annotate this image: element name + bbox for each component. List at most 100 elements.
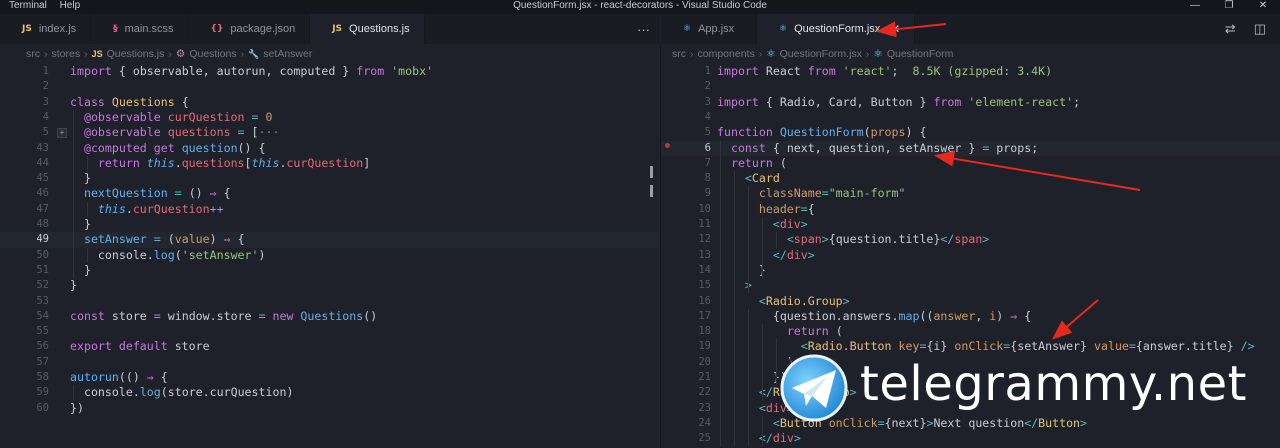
code-line[interactable]: 50 console.log('setAnswer') bbox=[0, 248, 660, 263]
code-line[interactable]: 56 export default store bbox=[0, 339, 660, 354]
breadcrumb-item[interactable]: Questions bbox=[189, 48, 236, 60]
code-line[interactable]: 49 setAnswer = (value) ⇒ { bbox=[0, 232, 660, 248]
code-line[interactable]: 60}) bbox=[0, 401, 660, 416]
breadcrumb: src › stores › JS Questions.js › ⚙ Questions › 🔧 se… bbox=[26, 44, 316, 64]
breadcrumb-item[interactable]: components bbox=[698, 48, 755, 60]
method-icon[interactable]: 🔧 bbox=[248, 49, 259, 60]
code-token: value bbox=[174, 232, 210, 247]
breadcrumb-item[interactable]: Questions.js bbox=[107, 48, 165, 60]
line-number: 60 bbox=[36, 401, 49, 414]
react-icon[interactable]: ⚛ bbox=[766, 48, 775, 60]
code-line[interactable]: 59 console.log(store.curQuestion) bbox=[0, 385, 660, 400]
code-line[interactable]: 4 bbox=[661, 110, 1280, 125]
tab-label: index.js bbox=[38, 23, 77, 35]
more-actions-icon[interactable]: ··· bbox=[637, 22, 650, 37]
code-line[interactable]: 7 return ( bbox=[661, 156, 1280, 171]
breadcrumb-item[interactable]: src bbox=[672, 48, 686, 60]
code-line[interactable]: 53 bbox=[0, 294, 660, 309]
code-token: > bbox=[821, 232, 829, 247]
code-line[interactable]: 14 } bbox=[661, 263, 1280, 278]
code-line[interactable]: 15 > bbox=[661, 278, 1280, 293]
code-line[interactable]: 3 import { Radio, Card, Button } from 'el… bbox=[661, 95, 1280, 110]
code-line[interactable]: 51 } bbox=[0, 263, 660, 278]
code-text: import { observable, autorun, computed }… bbox=[70, 64, 433, 79]
restore-icon[interactable]: ❐ bbox=[1212, 0, 1246, 14]
close-window-icon[interactable]: ✕ bbox=[1246, 0, 1280, 14]
tab-index-js[interactable]: JS index.js bbox=[0, 14, 92, 44]
code-line[interactable]: 17 {question.answers.map((answer, i) ⇒ { bbox=[661, 309, 1280, 324]
code-line[interactable]: 13 </div> bbox=[661, 248, 1280, 263]
window-controls: — ❐ ✕ bbox=[1178, 0, 1280, 14]
code-line[interactable]: 58 autorun(() ⇒ { bbox=[0, 370, 660, 385]
code-token: header bbox=[758, 201, 801, 216]
code-token: log bbox=[139, 385, 161, 400]
tab-questions-js[interactable]: JS Questions.js bbox=[310, 14, 425, 44]
tab-main-scss[interactable]: § main.scss bbox=[91, 14, 189, 44]
code-line[interactable]: 57 bbox=[0, 355, 660, 370]
breadcrumb-item[interactable]: QuestionForm bbox=[887, 48, 954, 60]
code-token: div bbox=[772, 431, 794, 446]
code-text: </div> bbox=[717, 248, 815, 263]
code-line[interactable]: 2 bbox=[661, 79, 1280, 94]
open-changes-icon[interactable]: ⇄ bbox=[1225, 21, 1236, 37]
code-line[interactable]: 18 return ( bbox=[661, 324, 1280, 339]
title-bar: Terminal Help QuestionForm.jsx - react-d… bbox=[0, 0, 1280, 14]
code-line[interactable]: 1 import React from 'react'; 8.5K (gzippe… bbox=[661, 64, 1280, 79]
minimize-icon[interactable]: — bbox=[1178, 0, 1212, 14]
code-line[interactable]: 4 @observable curQuestion = 0 bbox=[0, 110, 660, 125]
breadcrumb-item[interactable]: QuestionForm.jsx bbox=[780, 48, 862, 60]
code-token: . bbox=[146, 247, 154, 262]
code-token: answer bbox=[933, 308, 976, 323]
code-line[interactable]: 2 bbox=[0, 79, 660, 94]
code-line[interactable]: 1 import { observable, autorun, computed … bbox=[0, 64, 660, 79]
fold-expand-icon[interactable]: + bbox=[57, 128, 67, 138]
code-line[interactable]: 12 <span>{question.title}</span> bbox=[661, 232, 1280, 247]
line-number: 55 bbox=[36, 325, 49, 338]
code-line[interactable]: 16 <Radio.Group> bbox=[661, 294, 1280, 309]
code-token: div bbox=[779, 217, 801, 231]
code-text: autorun(() ⇒ { bbox=[70, 370, 168, 385]
code-line[interactable]: 6 const { next, question, setAnswer } = … bbox=[661, 140, 1280, 156]
code-text: setAnswer = (value) ⇒ { bbox=[70, 232, 245, 247]
line-number: 8 bbox=[704, 172, 711, 185]
breadcrumb-item[interactable]: setAnswer bbox=[263, 48, 312, 60]
left-code-editor[interactable]: 1 import { observable, autorun, computed … bbox=[0, 64, 660, 448]
js-file-icon[interactable]: JS bbox=[92, 49, 103, 59]
code-token: ( bbox=[835, 324, 843, 339]
line-number: 52 bbox=[36, 279, 49, 292]
tab-package-json[interactable]: {} package.json bbox=[189, 14, 311, 44]
code-token: Button bbox=[870, 94, 920, 109]
code-token: > bbox=[793, 431, 801, 446]
class-icon[interactable]: ⚙ bbox=[176, 48, 185, 60]
code-line[interactable]: 43 @computed get question() { bbox=[0, 141, 660, 156]
line-number: 49 bbox=[36, 233, 49, 246]
code-token: const bbox=[70, 308, 112, 323]
code-line[interactable]: 9 className="main-form" bbox=[661, 186, 1280, 201]
tab-app-jsx[interactable]: ⚛ App.jsx bbox=[661, 14, 757, 44]
code-token: props bbox=[870, 125, 906, 140]
code-line[interactable]: 5 function QuestionForm(props) { bbox=[661, 125, 1280, 140]
code-line[interactable]: 3 class Questions { bbox=[0, 95, 660, 110]
code-line[interactable]: 47 this.curQuestion++ bbox=[0, 202, 660, 217]
code-line[interactable]: 25 </div> bbox=[661, 431, 1280, 446]
code-line[interactable]: 46 nextQuestion = () ⇒ { bbox=[0, 186, 660, 201]
code-line[interactable]: 55 bbox=[0, 324, 660, 339]
code-line[interactable]: 48 } bbox=[0, 217, 660, 232]
code-line[interactable]: 10 header={ bbox=[661, 202, 1280, 217]
code-line[interactable]: 5 @observable questions = [··· bbox=[0, 125, 660, 140]
breadcrumb-separator: › bbox=[44, 48, 48, 60]
react-icon[interactable]: ⚛ bbox=[873, 48, 882, 60]
close-tab-icon[interactable]: ✕ bbox=[890, 22, 900, 36]
tab-questionform-jsx[interactable]: ⚛ QuestionForm.jsx ✕ bbox=[757, 14, 916, 44]
split-editor-icon[interactable]: ◫ bbox=[1254, 21, 1266, 37]
breadcrumb-item[interactable]: src bbox=[26, 48, 40, 60]
code-line[interactable]: 52} bbox=[0, 278, 660, 293]
code-line[interactable]: 54 const store = window.store = new Quest… bbox=[0, 309, 660, 324]
breakpoint-icon[interactable] bbox=[665, 143, 670, 148]
code-line[interactable]: 44 return this.questions[this.curQuestio… bbox=[0, 156, 660, 171]
code-line[interactable]: 45 } bbox=[0, 171, 660, 186]
breadcrumb-item[interactable]: stores bbox=[52, 48, 81, 60]
code-line[interactable]: 8 <Card bbox=[661, 171, 1280, 186]
code-text: import React from 'react'; 8.5K (gzipped… bbox=[717, 64, 1052, 79]
code-line[interactable]: 11 <div> bbox=[661, 217, 1280, 232]
